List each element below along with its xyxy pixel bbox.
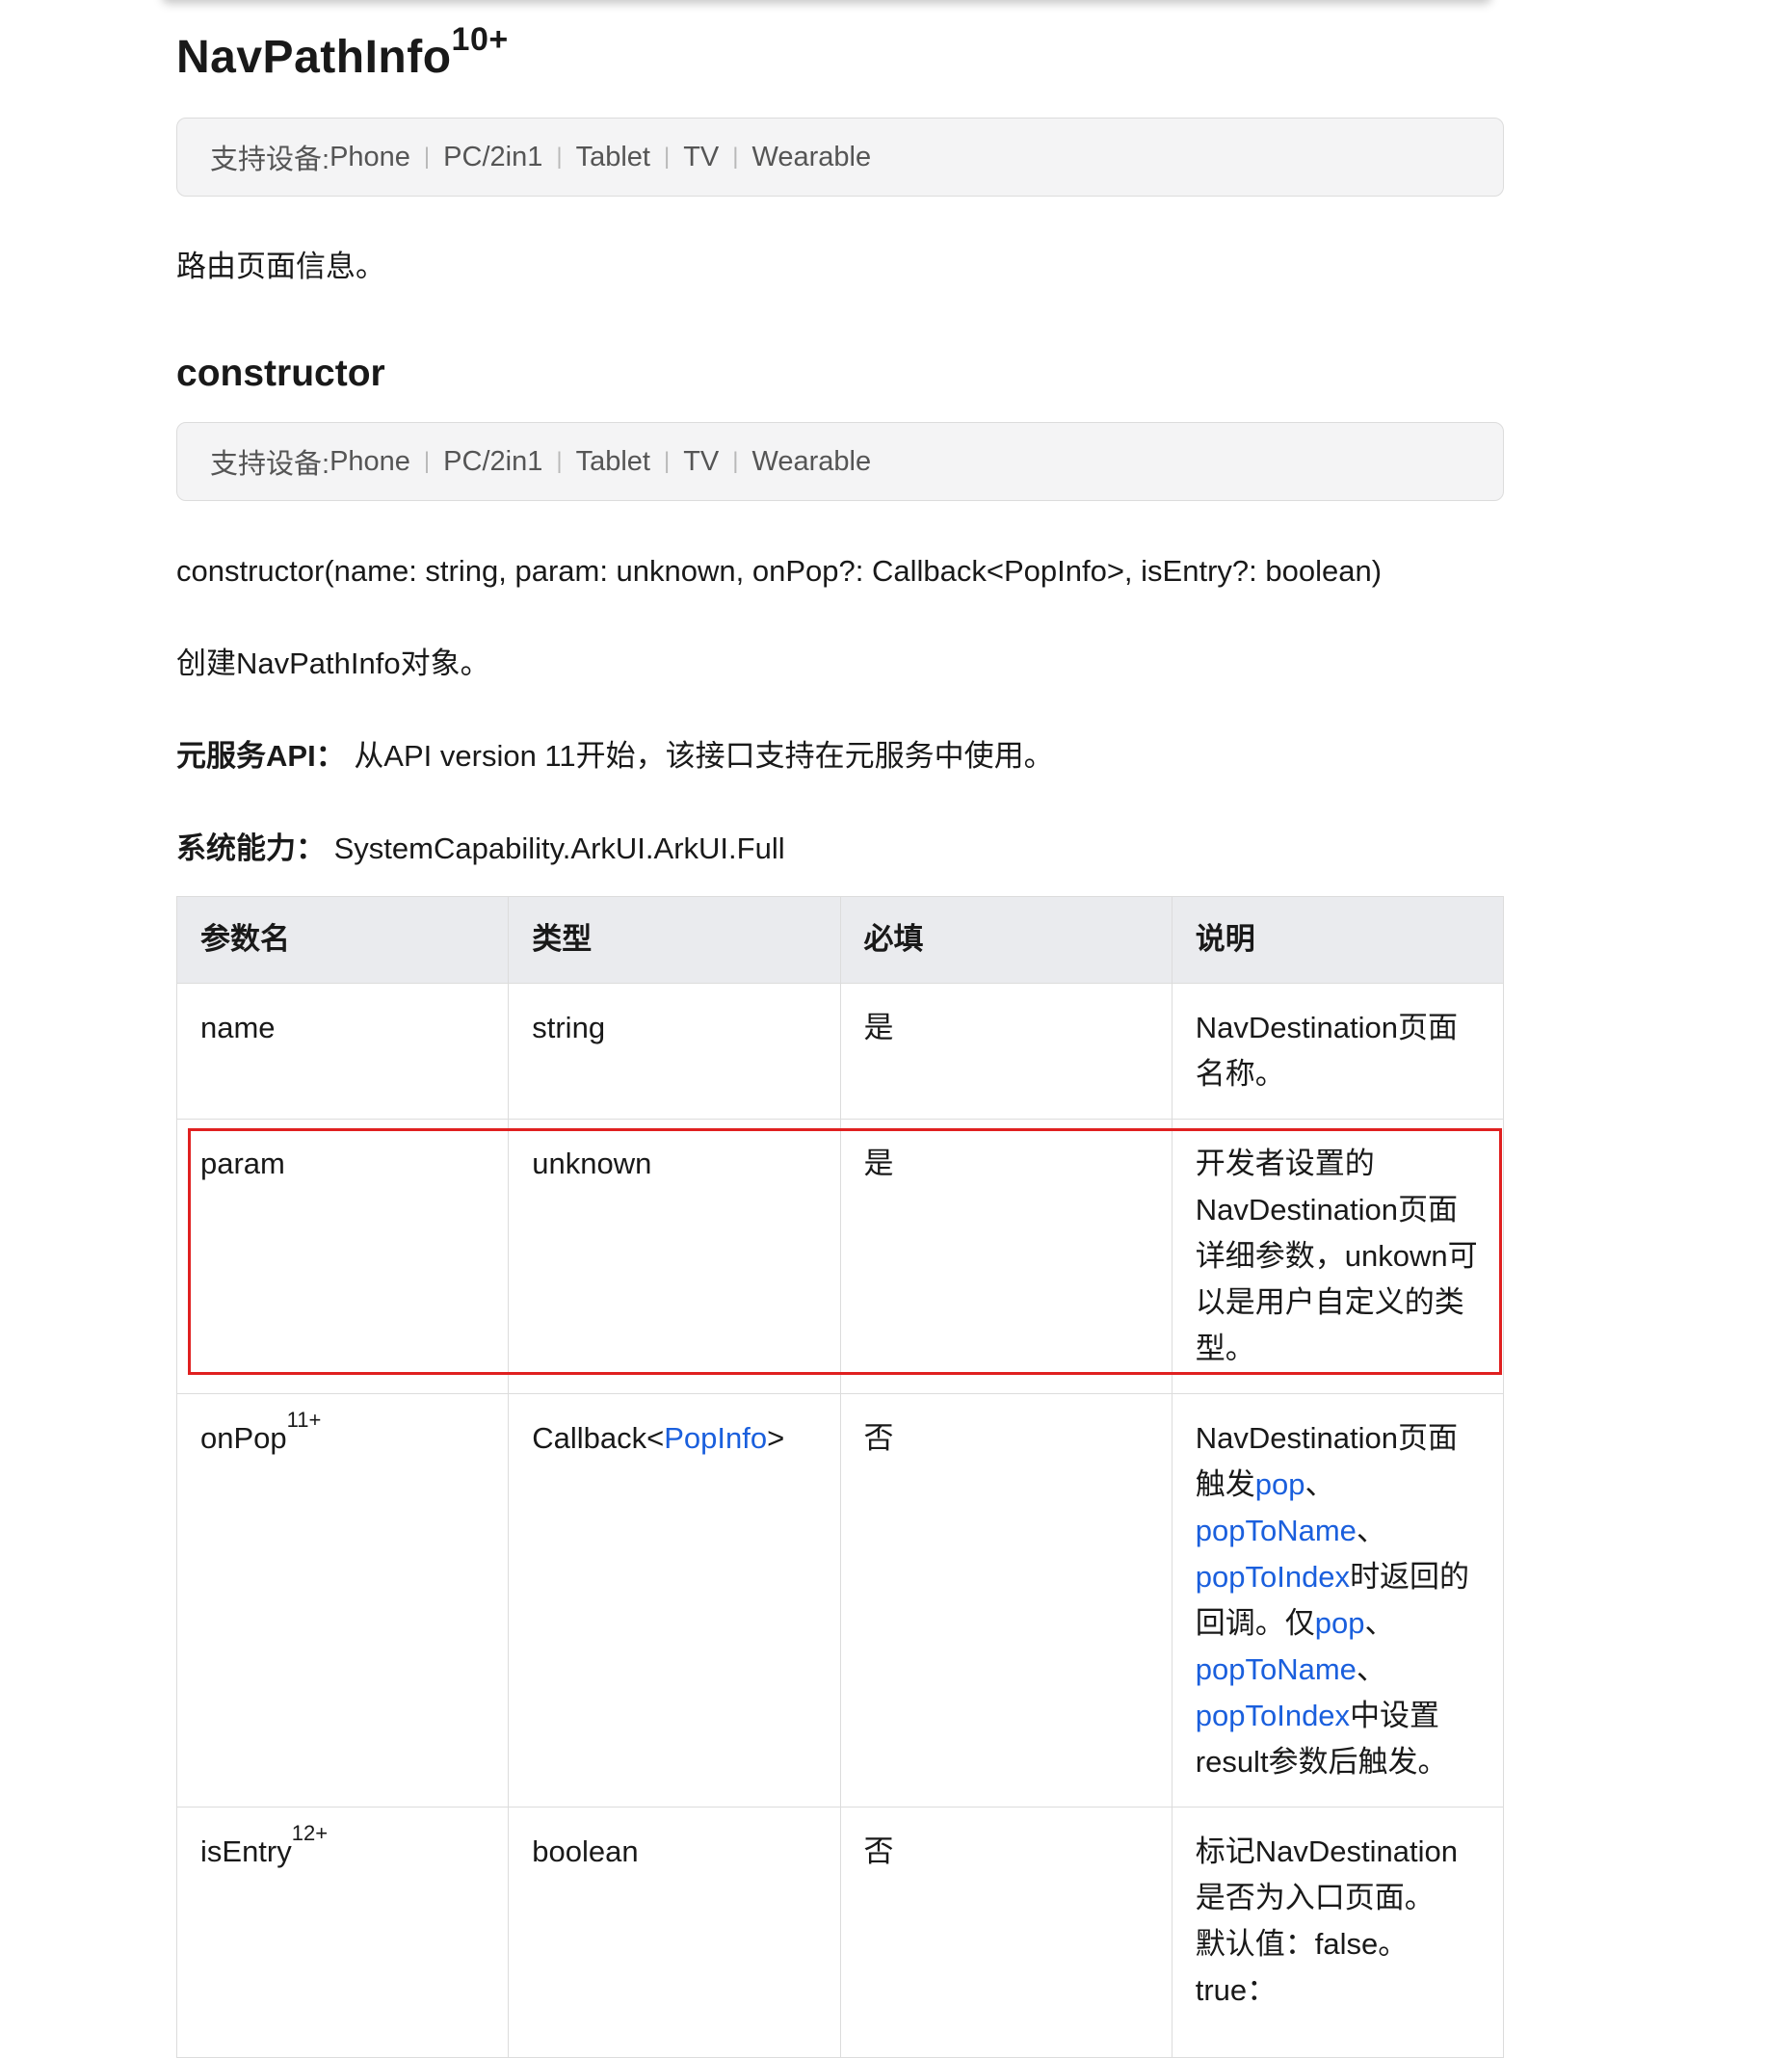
poptoname-link[interactable]: popToName <box>1196 1652 1357 1686</box>
cell-param-name: name <box>175 983 510 1120</box>
constructor-signature: constructor(name: string, param: unknown… <box>176 554 1383 588</box>
header-type: 类型 <box>508 896 841 984</box>
cell-type: string <box>508 983 841 1120</box>
header-description: 说明 <box>1171 896 1505 984</box>
poptoindex-link[interactable]: popToIndex <box>1196 1699 1350 1732</box>
device-separator: | <box>556 448 563 474</box>
atomic-service-value: 从API version 11开始，该接口支持在元服务中使用。 <box>354 739 1054 773</box>
table-row: param unknown 是 开发者设置的NavDestination页面详细… <box>175 1119 1505 1394</box>
popinfo-link[interactable]: PopInfo <box>664 1421 767 1455</box>
device-separator: | <box>423 144 431 170</box>
device-tv: TV <box>683 445 720 477</box>
table-row: name string 是 NavDestination页面名称。 <box>175 983 1505 1120</box>
device-separator: | <box>732 144 739 170</box>
device-tv: TV <box>683 141 720 172</box>
supported-devices-box: 支持设备: Phone | PC/2in1 | Tablet | TV | We… <box>176 118 1504 197</box>
syscap-value: SystemCapability.ArkUI.ArkUI.Full <box>333 831 785 865</box>
device-tablet: Tablet <box>575 141 650 172</box>
devices-label: 支持设备: <box>210 145 330 175</box>
device-phone: Phone <box>329 445 410 477</box>
device-separator: | <box>556 144 563 170</box>
header-required: 必填 <box>839 896 1173 984</box>
cell-description: 标记NavDestination是否为入口页面。 默认值：false。 true： <box>1171 1807 1505 2058</box>
pop-link[interactable]: pop <box>1255 1467 1305 1501</box>
table-row: isEntry12+ boolean 否 标记NavDestination是否为… <box>175 1807 1505 2058</box>
constructor-heading: constructor <box>176 353 385 394</box>
device-wearable: Wearable <box>751 141 872 172</box>
version-badge: 10+ <box>451 21 509 58</box>
cell-description: NavDestination页面名称。 <box>1171 983 1505 1120</box>
version-sup: 11+ <box>286 1408 322 1432</box>
cell-type: Callback<PopInfo> <box>508 1393 841 1807</box>
cell-type: unknown <box>508 1119 841 1394</box>
table-header-row: 参数名 类型 必填 说明 <box>175 896 1505 984</box>
devices-label: 支持设备: <box>210 449 330 480</box>
cell-param-name: isEntry12+ <box>175 1807 510 2058</box>
syscap-label: 系统能力： <box>176 831 326 865</box>
header-param-name: 参数名 <box>175 896 510 984</box>
cell-required: 否 <box>839 1393 1173 1807</box>
atomic-service-label: 元服务API： <box>176 739 346 773</box>
intro-text: 路由页面信息。 <box>176 250 385 283</box>
supported-devices-box: 支持设备: Phone | PC/2in1 | Tablet | TV | We… <box>176 422 1504 501</box>
atomic-service-info: 元服务API： 从API version 11开始，该接口支持在元服务中使用。 <box>176 736 1054 777</box>
device-separator: | <box>663 144 671 170</box>
cell-required: 否 <box>839 1807 1173 2058</box>
syscap-info: 系统能力： SystemCapability.ArkUI.ArkUI.Full <box>176 829 785 869</box>
poptoname-link[interactable]: popToName <box>1196 1514 1357 1547</box>
device-wearable: Wearable <box>751 445 872 477</box>
cell-type: boolean <box>508 1807 841 2058</box>
device-tablet: Tablet <box>575 445 650 477</box>
cell-param-name: param <box>175 1119 510 1394</box>
cell-required: 是 <box>839 1119 1173 1394</box>
cell-param-name: onPop11+ <box>175 1393 510 1807</box>
cell-description: NavDestination页面触发pop、popToName、popToInd… <box>1171 1393 1505 1807</box>
device-separator: | <box>732 448 739 474</box>
version-sup: 12+ <box>291 1821 329 1845</box>
device-pc: PC/2in1 <box>443 141 543 172</box>
cell-required: 是 <box>839 983 1173 1120</box>
pop-link[interactable]: pop <box>1315 1606 1365 1640</box>
page-title: NavPathInfo10+ <box>176 21 509 83</box>
constructor-description: 创建NavPathInfo对象。 <box>176 646 490 680</box>
device-separator: | <box>423 448 431 474</box>
device-phone: Phone <box>329 141 410 172</box>
poptoindex-link[interactable]: popToIndex <box>1196 1560 1350 1594</box>
params-table: 参数名 类型 必填 说明 name string 是 NavDestinatio… <box>175 896 1505 2058</box>
table-row: onPop11+ Callback<PopInfo> 否 NavDestinat… <box>175 1393 1505 1807</box>
device-separator: | <box>663 448 671 474</box>
device-pc: PC/2in1 <box>443 445 543 477</box>
cell-description: 开发者设置的NavDestination页面详细参数，unkown可以是用户自定… <box>1171 1119 1505 1394</box>
